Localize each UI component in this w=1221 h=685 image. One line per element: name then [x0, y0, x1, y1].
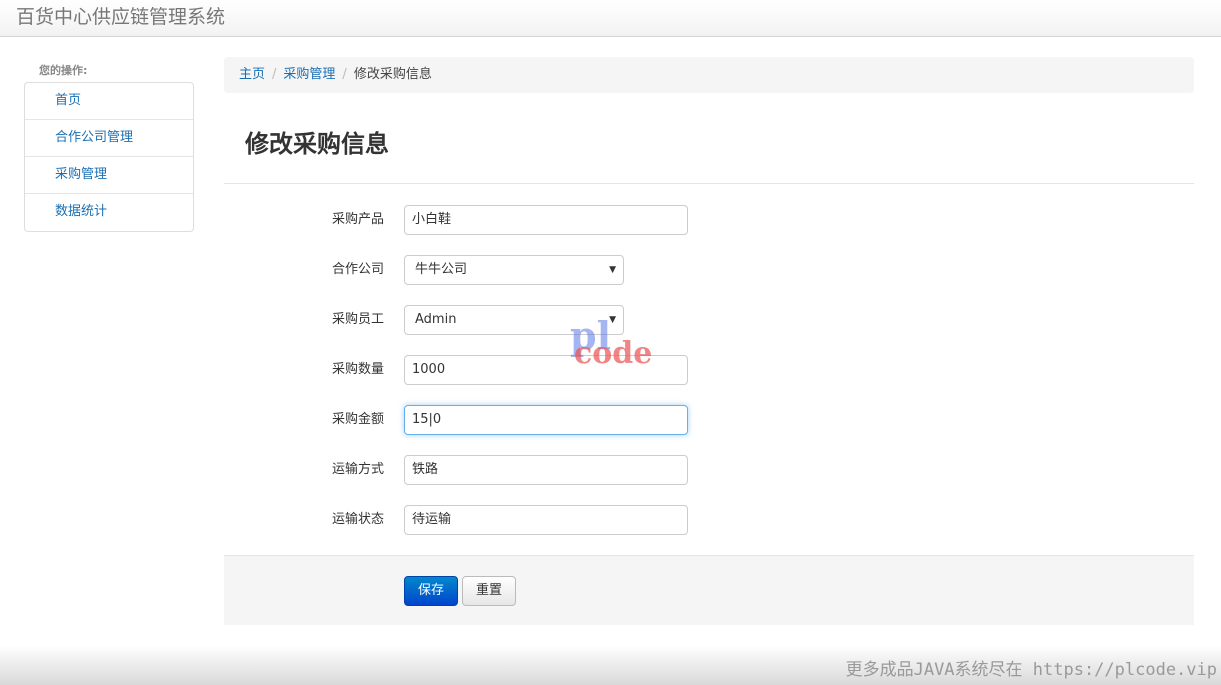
- footer-watermark-text: 更多成品JAVA系统尽在 https://plcode.vip: [845, 660, 1217, 680]
- page-title: 修改采购信息: [245, 130, 389, 158]
- save-button[interactable]: 保存: [404, 576, 458, 606]
- sidebar-item-home[interactable]: 首页: [25, 83, 193, 120]
- employee-label: 采购员工: [331, 312, 384, 327]
- form-actions: 保存 重置: [224, 555, 1194, 625]
- quantity-label: 采购数量: [331, 362, 384, 377]
- sidebar-item-statistics[interactable]: 数据统计: [25, 194, 193, 231]
- divider: [224, 183, 1194, 184]
- breadcrumb-section[interactable]: 采购管理: [283, 67, 335, 82]
- breadcrumb: 主页 / 采购管理 / 修改采购信息: [224, 57, 1194, 93]
- sidebar-item-partner-companies[interactable]: 合作公司管理: [25, 120, 193, 157]
- watermark-logo-line2: code: [574, 336, 653, 371]
- transport-label: 运输方式: [331, 462, 384, 477]
- company-select[interactable]: 牛牛公司 ▼: [404, 255, 624, 285]
- sidebar-header: 您的操作:: [39, 64, 88, 77]
- transport-input[interactable]: 铁路: [404, 455, 688, 485]
- app-title[interactable]: 百货中心供应链管理系统: [16, 5, 225, 29]
- sidebar-menu: 首页 合作公司管理 采购管理 数据统计: [24, 82, 194, 232]
- chevron-down-icon: ▼: [609, 265, 616, 275]
- product-label: 采购产品: [331, 212, 384, 227]
- company-select-value: 牛牛公司: [415, 262, 468, 277]
- reset-button[interactable]: 重置: [462, 576, 516, 606]
- amount-input[interactable]: 15|0: [404, 405, 688, 435]
- sidebar-item-purchase[interactable]: 采购管理: [25, 157, 193, 194]
- amount-label: 采购金额: [331, 412, 384, 427]
- breadcrumb-home[interactable]: 主页: [239, 67, 265, 82]
- breadcrumb-current: 修改采购信息: [353, 67, 432, 82]
- top-navbar: 百货中心供应链管理系统: [0, 0, 1221, 37]
- employee-select-value: Admin: [415, 312, 457, 327]
- breadcrumb-separator: /: [342, 67, 347, 82]
- product-input[interactable]: 小白鞋: [404, 205, 688, 235]
- status-input[interactable]: 待运输: [404, 505, 688, 535]
- breadcrumb-separator: /: [272, 67, 277, 82]
- watermark-logo: pl code: [570, 316, 670, 376]
- company-label: 合作公司: [331, 262, 384, 277]
- status-label: 运输状态: [331, 512, 384, 527]
